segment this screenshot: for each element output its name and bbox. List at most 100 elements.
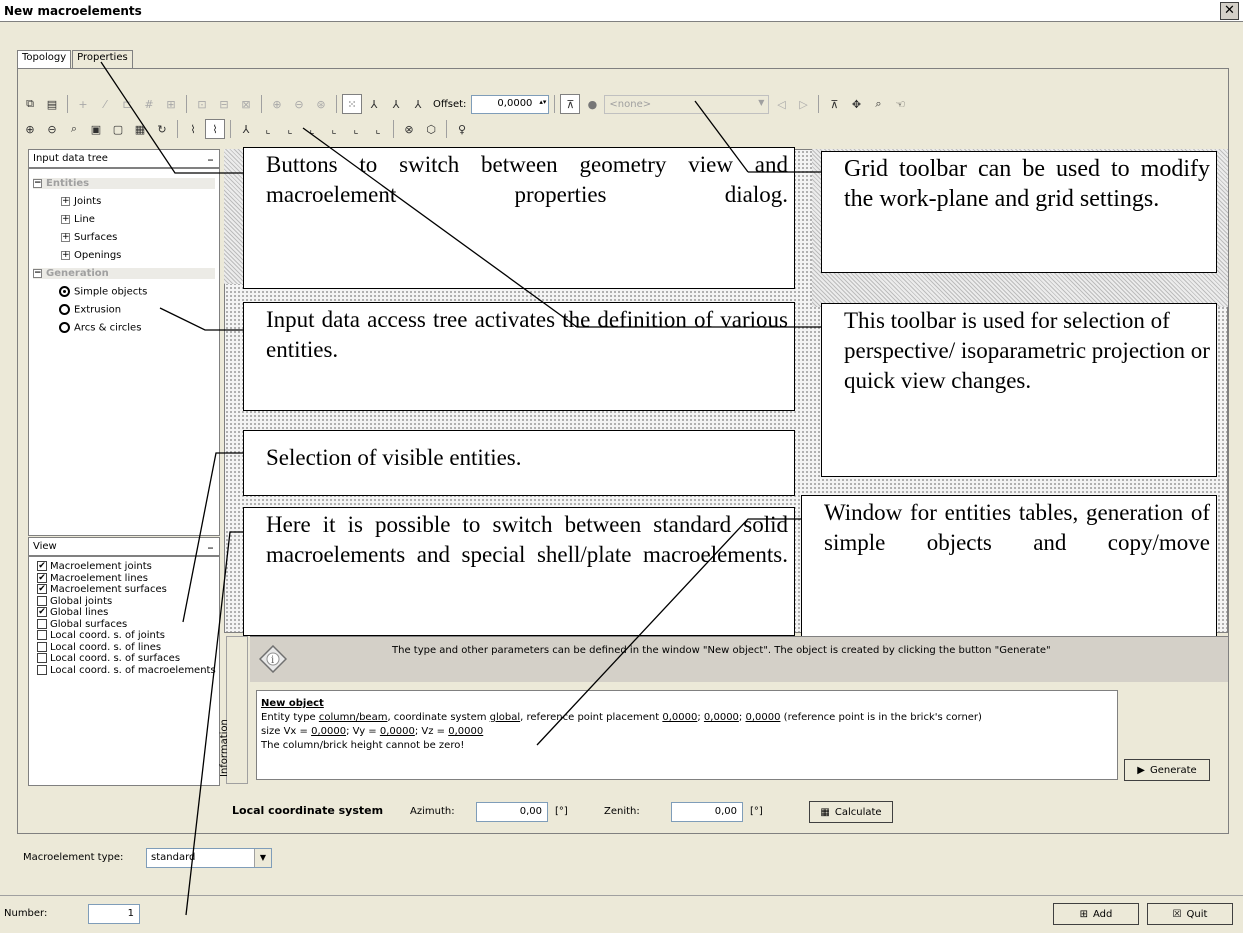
pan-hand-icon[interactable]: ☜ [890, 94, 910, 114]
grid-points-icon[interactable]: ⁙ [342, 94, 362, 114]
close-icon[interactable]: ✕ [1220, 2, 1239, 20]
view-axes-icon[interactable]: ⅄ [236, 119, 256, 139]
tree-item-surfaces[interactable]: + Surfaces [61, 232, 117, 243]
tab-topology[interactable]: Topology [17, 50, 72, 68]
checkbox-icon[interactable] [37, 630, 47, 640]
calculate-button[interactable]: ▦ Calculate [809, 801, 893, 823]
rotate-icon[interactable]: ↻ [152, 119, 172, 139]
view-item[interactable]: ✔ Macroelement joints [37, 561, 216, 573]
solid-icon[interactable]: ⬡ [421, 119, 441, 139]
checkbox-icon[interactable] [37, 618, 47, 629]
ref-y-link[interactable]: 0,0000 [704, 712, 739, 723]
zenith-input[interactable]: 0,00 [671, 802, 743, 822]
macro-type-select[interactable]: standard ▼ [146, 848, 272, 868]
view-xminus-icon[interactable]: ⌞ [280, 119, 300, 139]
perspective-icon[interactable]: ⌇ [183, 119, 203, 139]
view-item[interactable]: Local coord. s. of joints [37, 630, 216, 642]
view-item[interactable]: ✔ Global lines [37, 607, 216, 619]
minimize-icon[interactable]: _ [208, 150, 213, 161]
wireframe-icon[interactable]: ⊗ [399, 119, 419, 139]
tree-item-simple-objects[interactable]: Simple objects [59, 286, 147, 298]
zoom-cursor-icon[interactable]: ⌕ [868, 94, 888, 114]
axis-z-icon[interactable]: ⅄ [408, 94, 428, 114]
plus-box-icon[interactable]: ⊕ [267, 94, 287, 114]
view-zminus-icon[interactable]: ⌞ [368, 119, 388, 139]
grid-settings-icon[interactable]: ⊼ [824, 94, 844, 114]
vz-link[interactable]: 0,0000 [448, 726, 483, 737]
entity-type-link[interactable]: column/beam [319, 712, 388, 723]
checkbox-icon[interactable] [37, 653, 47, 663]
tree-category-entities[interactable]: − Entities [33, 178, 215, 189]
vx-link[interactable]: 0,0000 [311, 726, 346, 737]
view-item[interactable]: Global joints [37, 595, 216, 608]
ref-x-link[interactable]: 0,0000 [662, 712, 697, 723]
minus-box-icon[interactable]: ⊖ [289, 94, 309, 114]
ungroup-icon[interactable]: ⊟ [214, 94, 234, 114]
expand-icon[interactable]: + [61, 196, 70, 206]
tree-item-extrusion[interactable]: Extrusion [59, 304, 121, 316]
collapse-icon[interactable]: − [33, 268, 42, 278]
collapse-icon[interactable]: − [33, 178, 42, 188]
coord-system-link[interactable]: global [490, 712, 521, 723]
zoom-window-icon[interactable]: ⌕ [64, 119, 84, 139]
point-icon[interactable]: ● [582, 94, 602, 114]
add-joint-icon[interactable]: + [73, 94, 93, 114]
view-item[interactable]: Local coord. s. of lines [37, 641, 216, 654]
next-icon[interactable]: ▷ [793, 94, 813, 114]
work-plane-select[interactable]: <none> ▼ [604, 94, 770, 114]
add-button[interactable]: ⊞ Add [1053, 903, 1139, 925]
spinner-icon[interactable]: ▴▾ [539, 98, 546, 106]
add-surface-icon[interactable]: ⊏ [117, 94, 137, 114]
quit-button[interactable]: ☒ Quit [1147, 903, 1233, 925]
group-icon[interactable]: ⊡ [192, 94, 212, 114]
axis-xy-icon[interactable]: ⅄ [386, 94, 406, 114]
work-plane-icon[interactable]: ⊼ [560, 94, 581, 114]
expand-icon[interactable]: + [61, 232, 70, 242]
view-item[interactable]: Global surfaces [37, 618, 216, 631]
zoom-out-icon[interactable]: ⊖ [42, 119, 62, 139]
tree-item-joints[interactable]: + Joints [61, 196, 101, 207]
information-tab[interactable]: Information [219, 636, 248, 784]
lock-icon[interactable]: ⊠ [236, 94, 256, 114]
vy-link[interactable]: 0,0000 [380, 726, 415, 737]
axis-xyz-icon[interactable]: ⅄ [364, 94, 384, 114]
add-grid-icon[interactable]: # [139, 94, 159, 114]
azimuth-input[interactable]: 0,00 [476, 802, 548, 822]
tree-item-arcs-circles[interactable]: Arcs & circles [59, 322, 141, 334]
minimize-icon[interactable]: _ [208, 538, 213, 549]
ref-z-link[interactable]: 0,0000 [745, 712, 780, 723]
tree-item-openings[interactable]: + Openings [61, 250, 121, 261]
add-line-icon[interactable]: ⁄ [95, 94, 115, 114]
tree-category-generation[interactable]: − Generation [33, 268, 215, 279]
generate-button[interactable]: ▶ Generate [1124, 759, 1210, 781]
view-zplus-icon[interactable]: ⌞ [346, 119, 366, 139]
view-item[interactable]: Local coord. s. of surfaces [37, 653, 216, 665]
view-xplus-icon[interactable]: ⌞ [258, 119, 278, 139]
split-icon[interactable]: ⊞ [161, 94, 181, 114]
expand-icon[interactable]: + [61, 250, 70, 260]
zoom-fit-icon[interactable]: ▦ [130, 119, 150, 139]
view-item[interactable]: ✔ Macroelement lines [37, 572, 216, 585]
offset-input[interactable]: 0,0000 ▴▾ [471, 94, 550, 114]
view-item[interactable]: Local coord. s. of macroelements [37, 664, 216, 677]
tab-properties[interactable]: Properties [72, 50, 133, 68]
checkbox-checked-icon[interactable]: ✔ [37, 584, 47, 594]
view-yplus-icon[interactable]: ⌞ [302, 119, 322, 139]
zoom-in-icon[interactable]: ⊕ [20, 119, 40, 139]
zoom-all-icon[interactable]: ▣ [86, 119, 106, 139]
star-box-icon[interactable]: ⊛ [311, 94, 331, 114]
checkbox-checked-icon[interactable]: ✔ [37, 572, 47, 583]
checkbox-icon[interactable] [37, 641, 47, 652]
view-yminus-icon[interactable]: ⌞ [324, 119, 344, 139]
view-item[interactable]: ✔ Macroelement surfaces [37, 584, 216, 596]
move-icon[interactable]: ✥ [846, 94, 866, 114]
paste-icon[interactable]: ▤ [42, 94, 62, 114]
light-bulb-icon[interactable]: ♀ [452, 119, 472, 139]
expand-icon[interactable]: + [61, 214, 70, 224]
zoom-extent-icon[interactable]: ▢ [108, 119, 128, 139]
number-input[interactable]: 1 [88, 904, 140, 924]
isometric-icon[interactable]: ⌇ [205, 119, 225, 139]
tree-item-line[interactable]: + Line [61, 214, 95, 225]
checkbox-checked-icon[interactable]: ✔ [37, 607, 47, 617]
copy-icon[interactable]: ⧉ [20, 94, 40, 114]
